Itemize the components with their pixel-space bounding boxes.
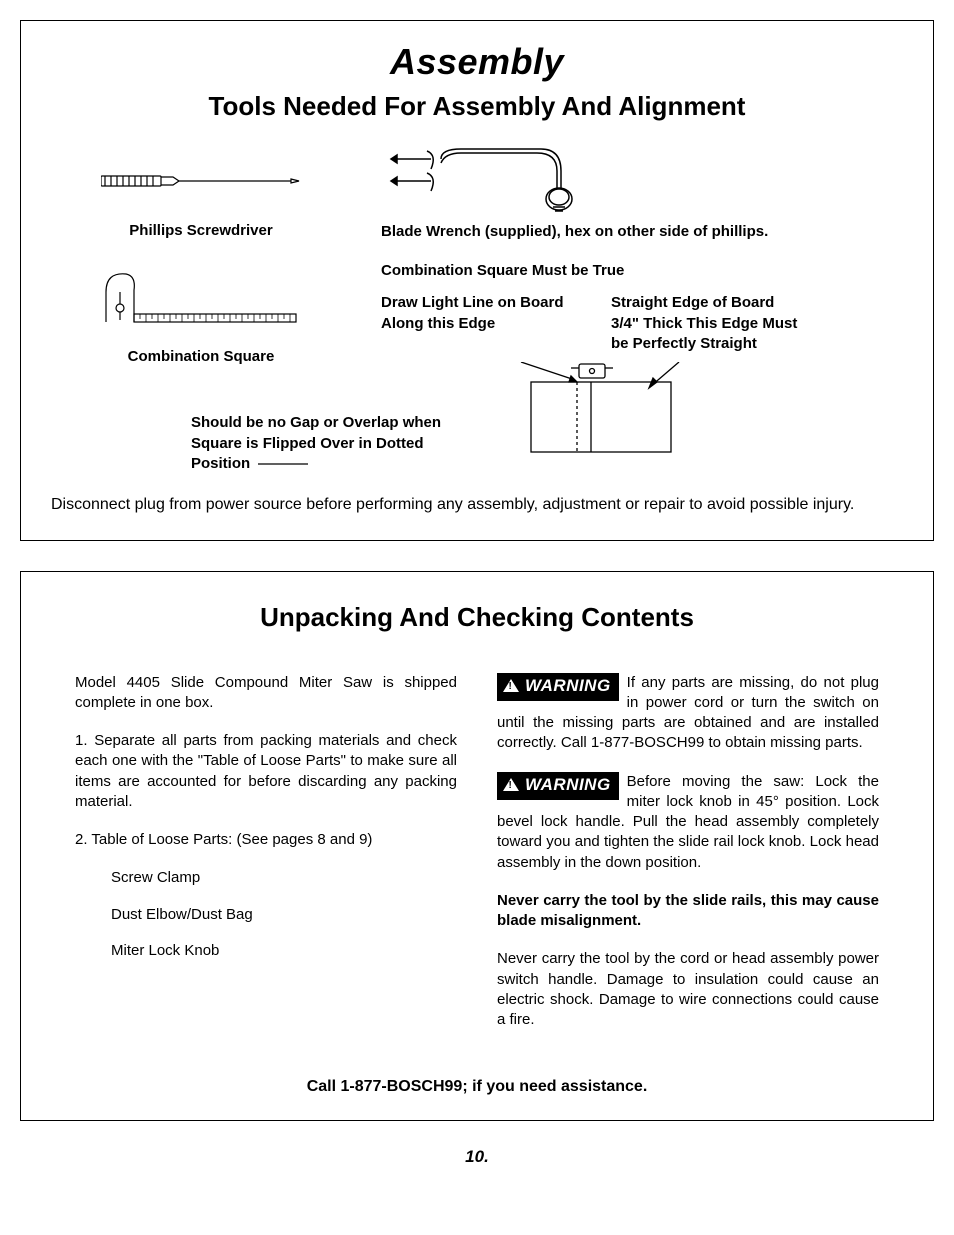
unpacking-section: Unpacking And Checking Contents Model 44…: [20, 571, 934, 1122]
tool-blade-wrench-label: Blade Wrench (supplied), hex on other si…: [381, 222, 903, 242]
disconnect-warning-text: Disconnect plug from power source before…: [51, 494, 903, 516]
two-column-body: Model 4405 Slide Compound Miter Saw is s…: [75, 673, 879, 1049]
square-gap-note: Should be no Gap or Overlap when Square …: [191, 413, 471, 474]
combination-square-cell: Combination Square: [51, 262, 351, 365]
warning-triangle-icon: [503, 679, 519, 692]
section1-subtitle: Tools Needed For Assembly And Alignment: [51, 91, 903, 122]
page-number: 10.: [20, 1147, 934, 1167]
leader-line-icon: [258, 459, 308, 469]
list-item: Dust Elbow/Dust Bag: [111, 905, 457, 925]
warning-badge: WARNING: [497, 772, 619, 800]
tool-phillips: Phillips Screwdriver: [51, 146, 351, 242]
combination-square-icon: [51, 262, 351, 342]
square-col-draw-line: Draw Light Line on Board Along this Edge: [381, 293, 571, 354]
square-true-block: Combination Square Must be True Draw Lig…: [381, 262, 903, 365]
list-item: Screw Clamp: [111, 868, 457, 888]
combination-square-area: Combination Square Combination Square Mu…: [51, 262, 903, 365]
never-carry-cord: Never carry the tool by the cord or head…: [497, 949, 879, 1030]
warning-triangle-icon: [503, 778, 519, 791]
warning-label-text: WARNING: [525, 775, 611, 794]
never-carry-bold: Never carry the tool by the slide rails,…: [497, 891, 879, 932]
square-gap-note-text: Should be no Gap or Overlap when Square …: [191, 414, 441, 472]
intro-paragraph: Model 4405 Slide Compound Miter Saw is s…: [75, 673, 457, 714]
page-title: Assembly: [51, 41, 903, 83]
combination-square-label: Combination Square: [51, 348, 351, 365]
loose-parts-list: Screw Clamp Dust Elbow/Dust Bag Miter Lo…: [111, 868, 457, 961]
tool-phillips-label: Phillips Screwdriver: [51, 222, 351, 239]
assistance-line: Call 1-877-BOSCH99; if you need assistan…: [75, 1078, 879, 1096]
phillips-screwdriver-icon: [51, 146, 351, 216]
left-column: Model 4405 Slide Compound Miter Saw is s…: [75, 673, 457, 1049]
warning-2: WARNING Before moving the saw: Lock the …: [497, 772, 879, 873]
step-2: 2. Table of Loose Parts: (See pages 8 an…: [75, 830, 457, 850]
warning-1: WARNING If any parts are missing, do not…: [497, 673, 879, 754]
step-1: 1. Separate all parts from packing mater…: [75, 731, 457, 812]
warning-badge: WARNING: [497, 673, 619, 701]
warning-label-text: WARNING: [525, 676, 611, 695]
tools-grid: Phillips Screwdriver: [51, 146, 903, 242]
square-col-straight-edge: Straight Edge of Board 3/4" Thick This E…: [611, 293, 801, 354]
right-column: WARNING If any parts are missing, do not…: [497, 673, 879, 1049]
tool-blade-wrench: Blade Wrench (supplied), hex on other si…: [381, 146, 903, 242]
blade-wrench-icon: [381, 146, 903, 216]
section2-subtitle: Unpacking And Checking Contents: [75, 602, 879, 633]
list-item: Miter Lock Knob: [111, 941, 457, 961]
assembly-section: Assembly Tools Needed For Assembly And A…: [20, 20, 934, 541]
square-true-heading: Combination Square Must be True: [381, 262, 903, 279]
square-true-diagram-icon: [501, 362, 701, 477]
